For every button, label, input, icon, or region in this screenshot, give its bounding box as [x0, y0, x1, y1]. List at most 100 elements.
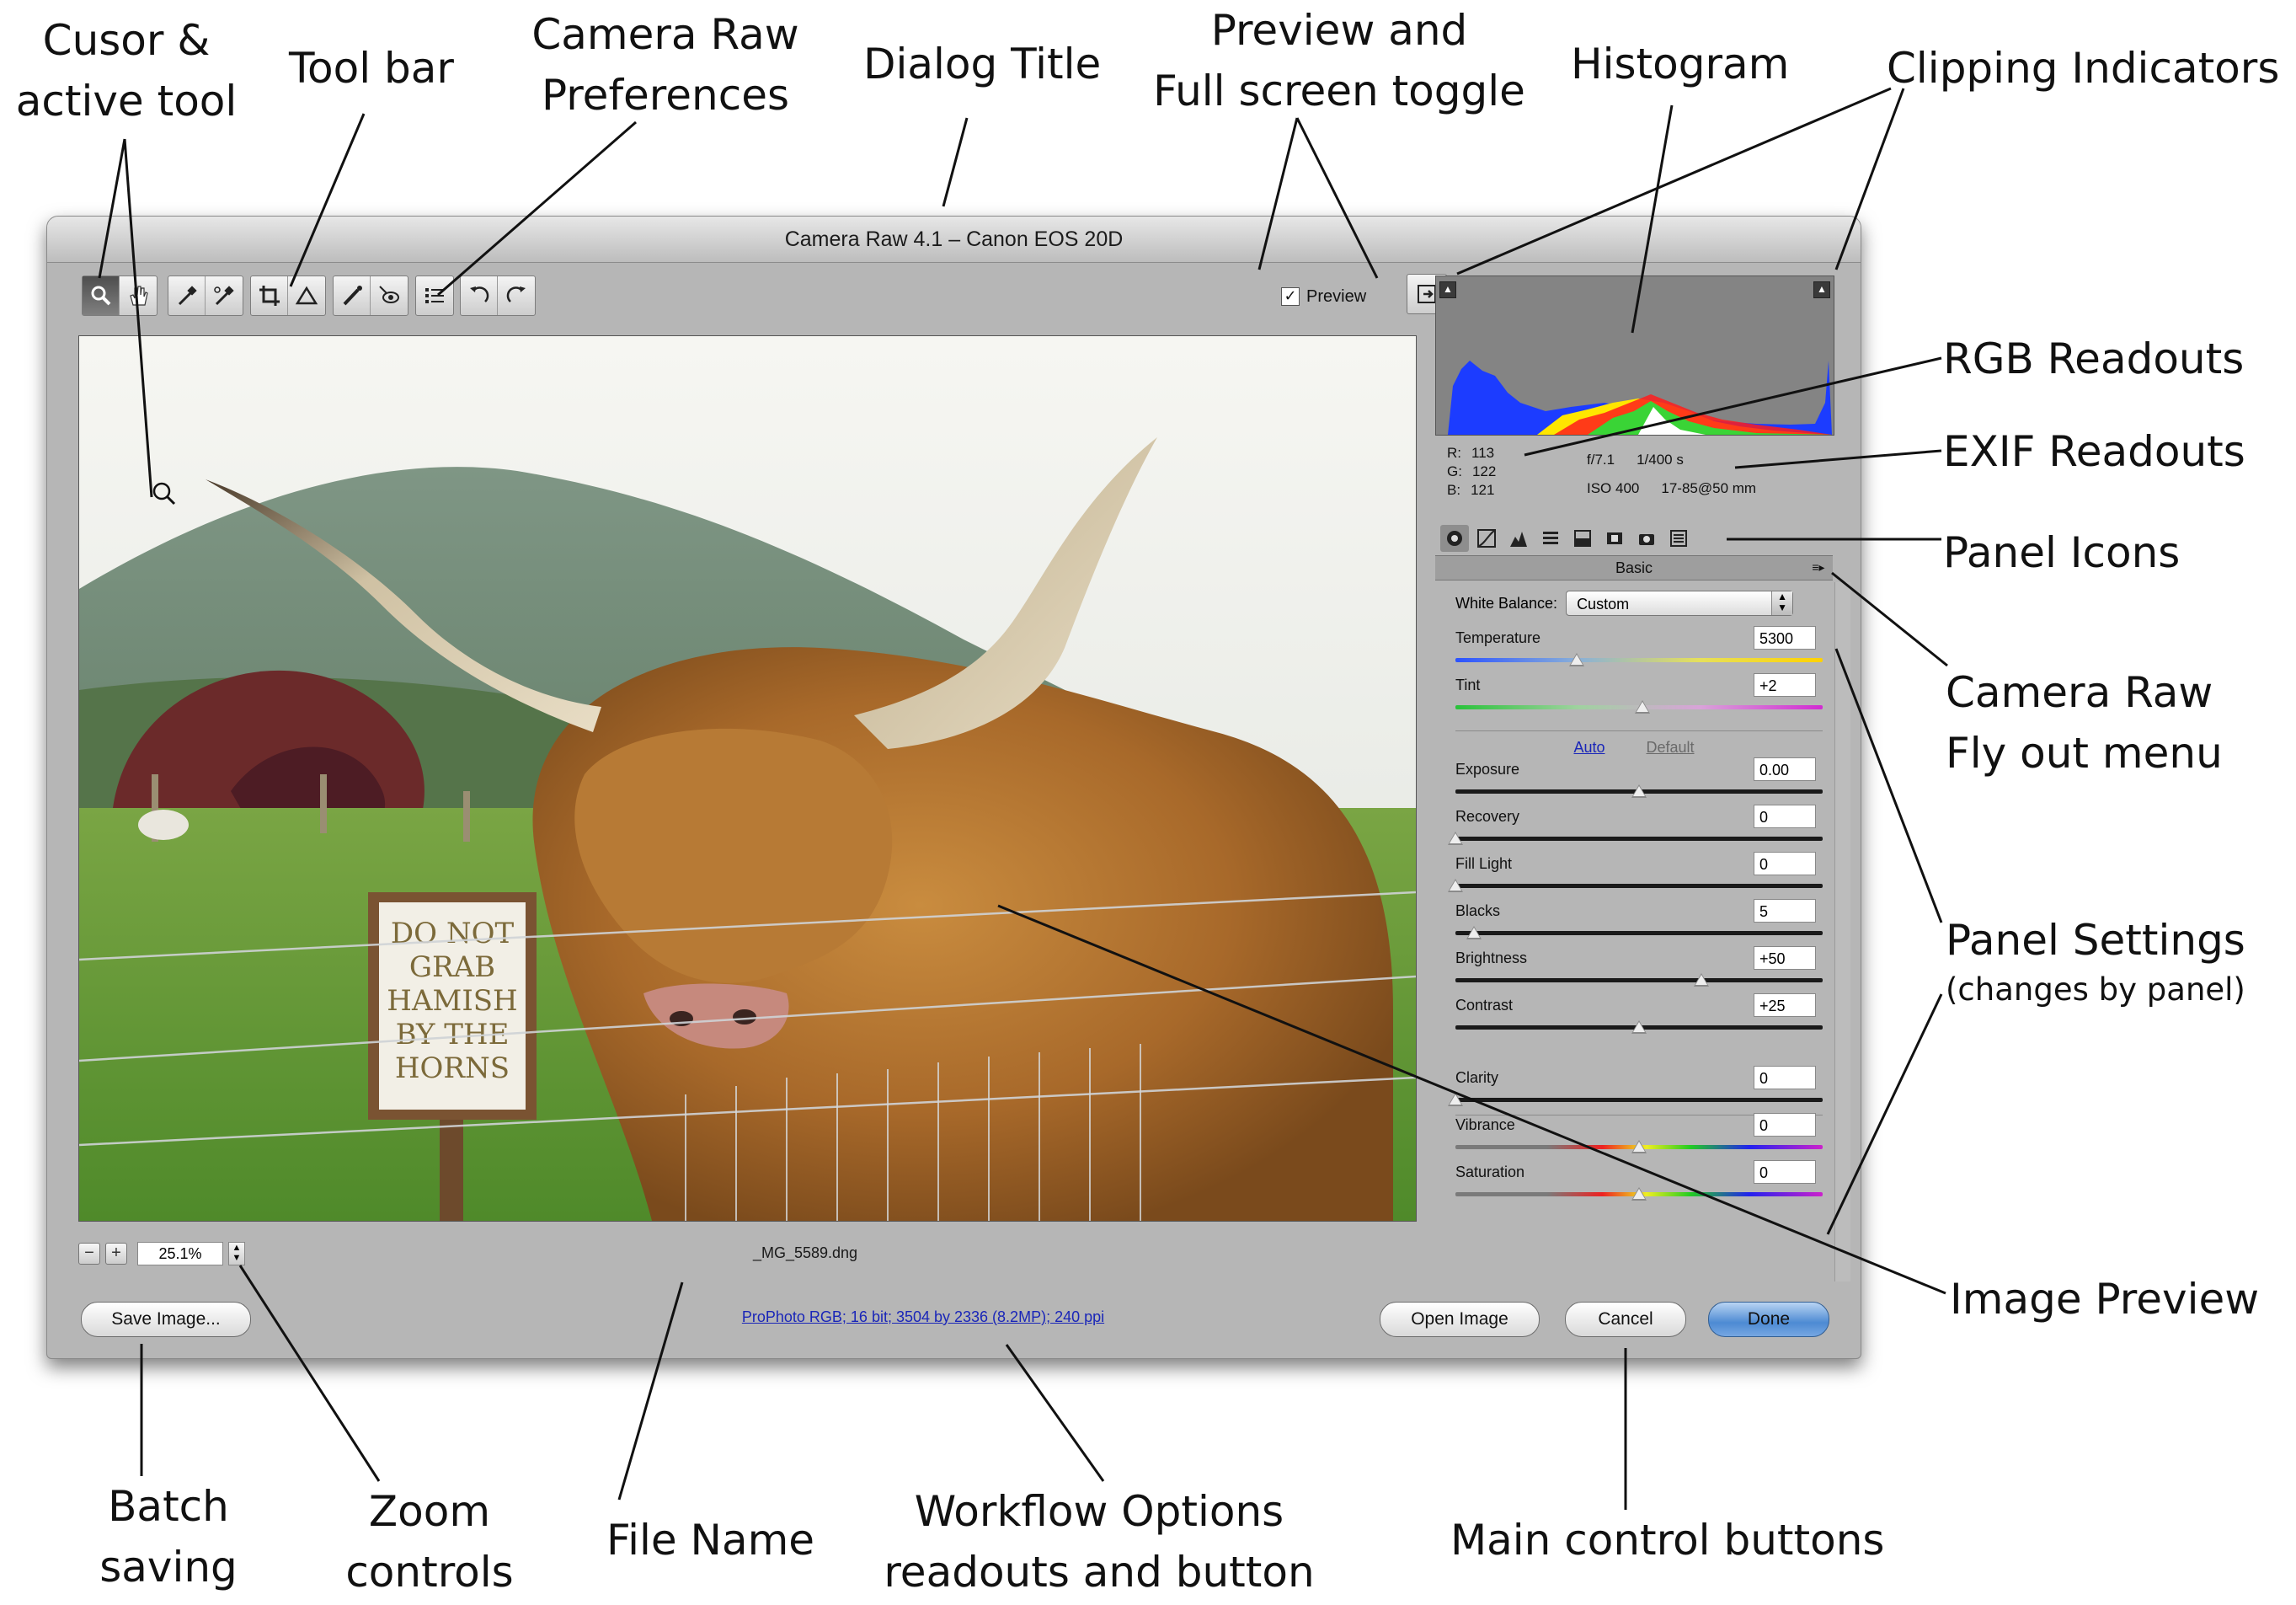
tone-curve-tab[interactable]	[1472, 525, 1501, 552]
slider-fill-light[interactable]: Fill Light 0	[1448, 852, 1823, 897]
slider-recovery[interactable]: Recovery 0	[1448, 805, 1823, 850]
lens-corrections-tab[interactable]	[1600, 525, 1629, 552]
slider-temperature[interactable]: Temperature 5300	[1455, 626, 1823, 671]
split-toning-tab[interactable]	[1568, 525, 1597, 552]
callout-workflow: Workflow Options readouts and button	[884, 1487, 1315, 1597]
zoom-level-field[interactable]: 25.1%	[137, 1242, 223, 1265]
slider-thumb[interactable]	[1448, 1093, 1463, 1106]
slider-thumb[interactable]	[1631, 784, 1647, 798]
white-balance-select[interactable]: Custom ▲ ▼	[1566, 591, 1794, 616]
slider-value-field[interactable]: +50	[1754, 946, 1816, 970]
color-sampler-tool-button[interactable]	[206, 276, 243, 315]
red-eye-icon	[379, 286, 399, 303]
rotate-right-button[interactable]	[498, 276, 535, 315]
straighten-tool-button[interactable]	[288, 276, 325, 315]
camera-raw-dialog: Camera Raw 4.1 – Canon EOS 20D ✓ Preview…	[46, 216, 1861, 1359]
slider-track[interactable]	[1455, 1098, 1823, 1102]
preferences-button[interactable]	[416, 276, 453, 315]
save-image-button[interactable]: Save Image...	[81, 1302, 251, 1337]
default-link[interactable]: Default	[1647, 739, 1695, 756]
slider-label: Recovery	[1455, 808, 1520, 825]
callout-cursor: Cusor & active tool	[15, 16, 238, 126]
callout-rgb: RGB Readouts	[1943, 334, 2245, 383]
slider-label: Brightness	[1455, 950, 1528, 966]
zoom-tool-button[interactable]	[83, 276, 120, 315]
slider-clarity[interactable]: Clarity 0	[1448, 1066, 1823, 1111]
retouch-tools-group	[333, 276, 408, 316]
white-balance-tool-button[interactable]	[168, 276, 206, 315]
highlight-clipping-toggle[interactable]: ▲	[1813, 281, 1830, 298]
zoom-out-button[interactable]: −	[78, 1243, 100, 1265]
slider-thumb[interactable]	[1631, 1187, 1647, 1201]
slider-tint[interactable]: Tint +2	[1455, 673, 1823, 719]
camera-calibration-tab[interactable]	[1632, 525, 1661, 552]
rotate-left-button[interactable]	[461, 276, 498, 315]
panel-header: Basic ≡▸	[1435, 555, 1833, 580]
slider-value-field[interactable]: 0	[1754, 805, 1816, 828]
slider-track[interactable]	[1455, 658, 1823, 662]
tone-curve-icon	[1477, 529, 1496, 548]
callout-clipping: Clipping Indicators	[1887, 44, 2280, 93]
panel-icons	[1435, 522, 1833, 555]
slider-value-field[interactable]: +2	[1754, 673, 1816, 697]
slider-thumb[interactable]	[1448, 879, 1463, 892]
slider-thumb[interactable]	[1466, 926, 1482, 939]
sign-line-1: DO NOT	[391, 917, 515, 950]
spot-removal-tool-button[interactable]	[334, 276, 371, 315]
red-eye-tool-button[interactable]	[371, 276, 408, 315]
image-preview[interactable]: DO NOT GRAB HAMISH BY THE HORNS	[78, 335, 1417, 1222]
slider-vibrance[interactable]: Vibrance 0	[1455, 1113, 1823, 1158]
spot-removal-icon	[343, 286, 362, 306]
auto-link[interactable]: Auto	[1573, 739, 1605, 756]
presets-tab[interactable]	[1664, 525, 1693, 552]
slider-value-field[interactable]: 5	[1754, 899, 1816, 923]
flyout-menu-button[interactable]: ≡▸	[1809, 560, 1828, 574]
callout-image-preview: Image Preview	[1950, 1275, 2260, 1324]
slider-contrast[interactable]: Contrast +25	[1455, 993, 1823, 1039]
slider-value-field[interactable]: 0	[1754, 1066, 1816, 1089]
slider-thumb[interactable]	[1448, 832, 1463, 845]
slider-thumb[interactable]	[1694, 973, 1710, 987]
done-button[interactable]: Done	[1708, 1302, 1829, 1337]
callout-toolbar: Tool bar	[289, 44, 454, 93]
preview-checkbox[interactable]: ✓	[1281, 287, 1300, 306]
slider-track[interactable]	[1455, 978, 1823, 982]
slider-value-field[interactable]: 0	[1754, 1113, 1816, 1137]
basic-panel-tab[interactable]	[1440, 525, 1469, 552]
slider-exposure[interactable]: Exposure 0.00	[1455, 757, 1823, 803]
crop-tool-button[interactable]	[251, 276, 288, 315]
slider-track[interactable]	[1455, 931, 1823, 935]
slider-saturation[interactable]: Saturation 0	[1455, 1160, 1823, 1206]
detail-tab[interactable]	[1504, 525, 1533, 552]
slider-thumb[interactable]	[1568, 653, 1584, 666]
cancel-button[interactable]: Cancel	[1565, 1302, 1686, 1337]
panel-scrollbar[interactable]	[1834, 582, 1850, 1281]
slider-thumb[interactable]	[1631, 1020, 1647, 1034]
open-image-button[interactable]: Open Image	[1380, 1302, 1540, 1337]
hsl-tab[interactable]	[1536, 525, 1565, 552]
rotate-group	[460, 276, 536, 316]
slider-value-field[interactable]: 0	[1754, 852, 1816, 875]
slider-value-field[interactable]: 0.00	[1754, 757, 1816, 781]
slider-brightness[interactable]: Brightness +50	[1455, 946, 1823, 992]
slider-track[interactable]	[1455, 884, 1823, 888]
slider-value-field[interactable]: +25	[1754, 993, 1816, 1017]
shadow-clipping-toggle[interactable]: ▲	[1439, 281, 1456, 298]
slider-thumb[interactable]	[1635, 700, 1651, 714]
slider-label: Blacks	[1455, 902, 1501, 919]
preview-toggle[interactable]: ✓ Preview	[1281, 284, 1366, 309]
zoom-stepper[interactable]: ▲ ▼	[228, 1242, 245, 1265]
slider-label: Temperature	[1455, 629, 1541, 646]
callout-batch: Batch saving	[99, 1482, 238, 1592]
zoom-in-button[interactable]: +	[105, 1243, 127, 1265]
slider-track[interactable]	[1455, 837, 1823, 841]
right-panel: ▲ ▲ R: 113 G: 122 B: 121 f/7.1 1/400 s ISO 4…	[1423, 269, 1853, 1305]
slider-value-field[interactable]: 5300	[1754, 626, 1816, 650]
hand-tool-icon	[130, 286, 148, 306]
workflow-options-link[interactable]: ProPhoto RGB; 16 bit; 3504 by 2336 (8.2M…	[586, 1308, 1260, 1326]
slider-value-field[interactable]: 0	[1754, 1160, 1816, 1184]
slider-thumb[interactable]	[1631, 1140, 1647, 1153]
slider-blacks[interactable]: Blacks 5	[1455, 899, 1823, 944]
hand-tool-button[interactable]	[120, 276, 157, 315]
color-sampler-icon	[214, 286, 234, 306]
